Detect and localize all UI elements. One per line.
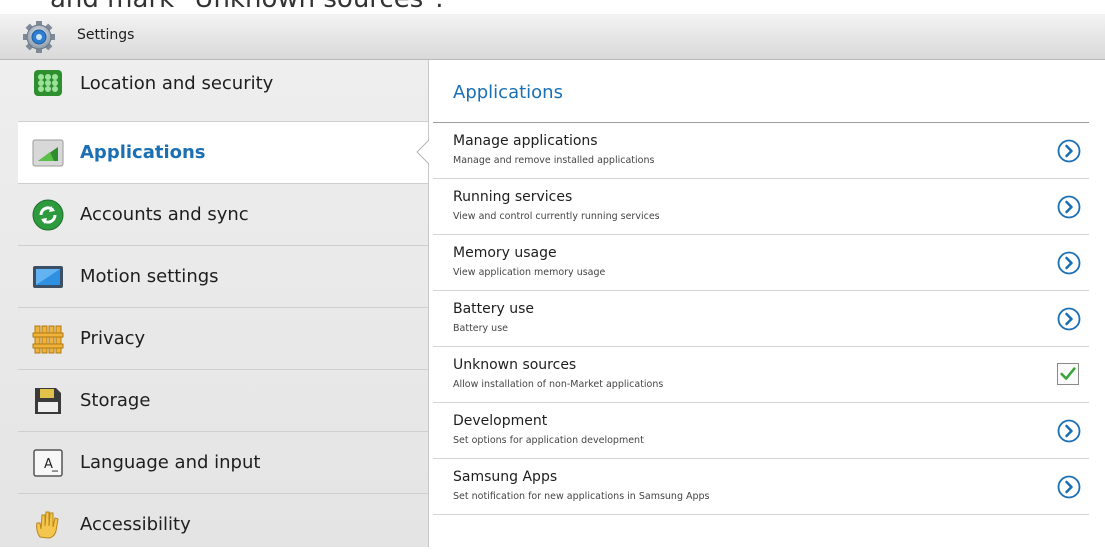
option-running-services[interactable]: Running services View and control curren… xyxy=(433,179,1089,235)
applications-icon xyxy=(32,139,64,167)
sidebar-item-accounts-and-sync[interactable]: Accounts and sync xyxy=(18,184,428,246)
option-memory-usage[interactable]: Memory usage View application memory usa… xyxy=(433,235,1089,291)
option-subtitle: Manage and remove installed applications xyxy=(453,155,655,166)
sidebar-item-motion-settings[interactable]: Motion settings xyxy=(18,246,428,308)
sidebar-item-label: Applications xyxy=(80,142,206,163)
active-pointer xyxy=(416,139,430,165)
option-title: Memory usage xyxy=(453,245,557,261)
sidebar-item-label: Storage xyxy=(80,390,151,411)
sidebar-item-language-and-input[interactable]: A Language and input xyxy=(18,432,428,494)
settings-gear-icon xyxy=(23,21,55,53)
sidebar-item-label: Location and security xyxy=(80,73,274,94)
option-title: Unknown sources xyxy=(453,357,577,373)
option-samsung-apps[interactable]: Samsung Apps Set notification for new ap… xyxy=(433,459,1089,515)
title-bar: Settings xyxy=(0,14,1105,60)
hand-icon xyxy=(36,511,59,539)
option-subtitle: View application memory usage xyxy=(453,267,606,278)
keyboard-letter-icon: A xyxy=(33,449,63,477)
sidebar-item-label: Privacy xyxy=(80,328,146,349)
option-subtitle: Battery use xyxy=(453,323,508,334)
tablet-screen-icon xyxy=(33,266,63,288)
sidebar-item-label: Motion settings xyxy=(80,266,219,287)
option-development[interactable]: Development Set options for application … xyxy=(433,403,1089,459)
svg-text:A: A xyxy=(44,457,53,472)
sd-card-icon xyxy=(35,388,61,414)
option-unknown-sources[interactable]: Unknown sources Allow installation of no… xyxy=(433,347,1089,403)
option-subtitle: Set options for application development xyxy=(453,435,644,446)
caption-text: and mark "Unknown sources". xyxy=(50,0,443,14)
option-title: Samsung Apps xyxy=(453,469,558,485)
chevron-right-icon[interactable] xyxy=(1057,419,1081,443)
chevron-right-icon[interactable] xyxy=(1057,251,1081,275)
fence-icon xyxy=(32,325,64,354)
app-title: Settings xyxy=(77,27,135,43)
option-subtitle: Allow installation of non-Market applica… xyxy=(453,379,664,390)
option-title: Development xyxy=(453,413,548,429)
sidebar-item-privacy[interactable]: Privacy xyxy=(18,308,428,370)
sidebar-item-applications[interactable]: Applications xyxy=(18,122,430,184)
option-subtitle: Set notification for new applications in… xyxy=(453,491,710,502)
option-title: Battery use xyxy=(453,301,535,317)
option-title: Running services xyxy=(453,189,573,205)
chevron-right-icon[interactable] xyxy=(1057,195,1081,219)
sidebar-item-label: Accessibility xyxy=(80,514,191,535)
option-title: Manage applications xyxy=(453,133,598,149)
applications-panel: Applications Manage applications Manage … xyxy=(429,60,1105,547)
section-title: Applications xyxy=(453,82,563,103)
option-subtitle: View and control currently running servi… xyxy=(453,211,660,222)
sidebar-item-label: Accounts and sync xyxy=(80,204,249,225)
sidebar-item-storage[interactable]: Storage xyxy=(18,370,428,432)
sync-icon xyxy=(32,199,64,231)
chevron-right-icon[interactable] xyxy=(1057,475,1081,499)
chevron-right-icon[interactable] xyxy=(1057,139,1081,163)
option-manage-applications[interactable]: Manage applications Manage and remove in… xyxy=(433,123,1089,179)
chevron-right-icon[interactable] xyxy=(1057,307,1081,331)
sidebar-item-label: Language and input xyxy=(80,452,261,473)
grid-dots-icon xyxy=(34,70,62,96)
sidebar-item-location-and-security[interactable]: Location and security xyxy=(18,60,428,122)
settings-sidebar: Location and security Applications Accou… xyxy=(0,60,430,547)
caption-strip: and mark "Unknown sources". xyxy=(0,0,1105,14)
unknown-sources-checkbox[interactable] xyxy=(1057,363,1079,385)
option-battery-use[interactable]: Battery use Battery use xyxy=(433,291,1089,347)
